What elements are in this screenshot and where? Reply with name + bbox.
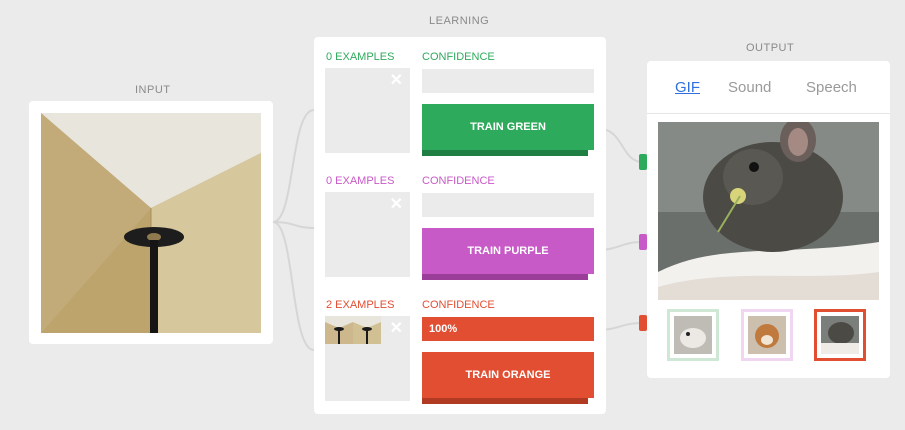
confidence-bar <box>422 193 594 217</box>
tab-sound[interactable]: Sound <box>728 79 771 96</box>
confidence-label: CONFIDENCE <box>422 51 495 63</box>
gif-thumb-orange[interactable] <box>814 309 866 361</box>
confidence-label: CONFIDENCE <box>422 175 495 187</box>
green-output-tick <box>639 154 647 170</box>
examples-box: ✕ <box>325 192 410 277</box>
examples-count: 0 EXAMPLES <box>326 175 395 187</box>
webcam-feed <box>41 113 261 333</box>
output-card: GIF Sound Speech <box>647 61 890 378</box>
class-row-purple: 0 EXAMPLES CONFIDENCE ✕ TRAIN PURPLE <box>314 161 606 281</box>
learning-section-label: LEARNING <box>429 15 490 27</box>
examples-count: 2 EXAMPLES <box>326 299 395 311</box>
examples-box: ✕ <box>325 316 410 401</box>
train-orange-button[interactable]: TRAIN ORANGE <box>422 352 594 404</box>
class-row-orange: 2 EXAMPLES CONFIDENCE ✕ 100% TRAIN ORANG… <box>314 285 606 405</box>
confidence-label: CONFIDENCE <box>422 299 495 311</box>
purple-output-tick <box>639 234 647 250</box>
close-icon[interactable]: ✕ <box>390 318 403 338</box>
close-icon[interactable]: ✕ <box>390 194 403 214</box>
learning-card: 0 EXAMPLES CONFIDENCE ✕ TRAIN GREEN 0 EX… <box>314 37 606 414</box>
orange-output-tick <box>639 315 647 331</box>
tab-gif[interactable]: GIF <box>675 79 700 96</box>
output-tabs: GIF Sound Speech <box>647 61 890 114</box>
input-card <box>29 101 273 344</box>
example-thumbnails <box>325 316 381 344</box>
output-section-label: OUTPUT <box>746 42 795 54</box>
input-section-label: INPUT <box>135 84 171 96</box>
examples-box: ✕ <box>325 68 410 153</box>
output-gif <box>658 122 879 300</box>
gif-thumb-purple[interactable] <box>741 309 793 361</box>
confidence-bar <box>422 69 594 93</box>
close-icon[interactable]: ✕ <box>390 70 403 90</box>
tab-speech[interactable]: Speech <box>806 79 857 96</box>
train-green-button[interactable]: TRAIN GREEN <box>422 104 594 156</box>
confidence-value: 100% <box>422 317 594 341</box>
train-purple-button[interactable]: TRAIN PURPLE <box>422 228 594 280</box>
confidence-bar: 100% <box>422 317 594 341</box>
gif-thumb-green[interactable] <box>667 309 719 361</box>
class-row-green: 0 EXAMPLES CONFIDENCE ✕ TRAIN GREEN <box>314 37 606 157</box>
examples-count: 0 EXAMPLES <box>326 51 395 63</box>
